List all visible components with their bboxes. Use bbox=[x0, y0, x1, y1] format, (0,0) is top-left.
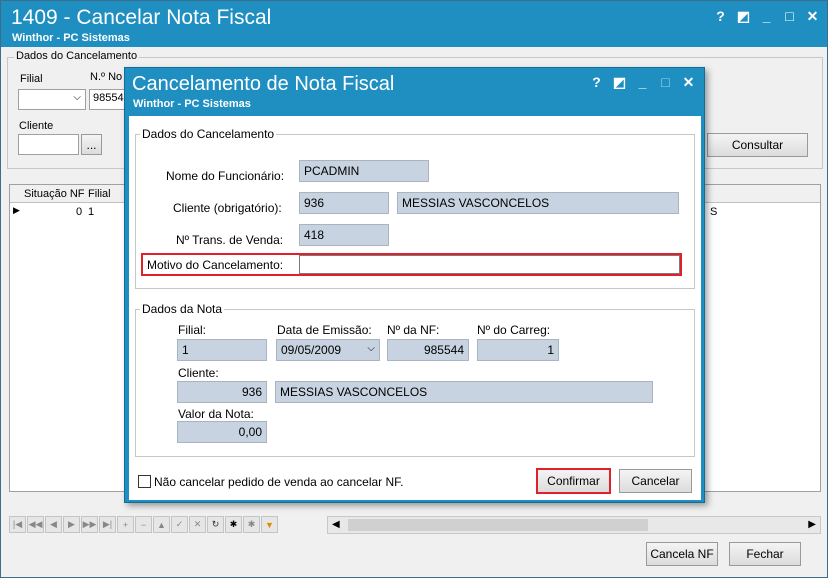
nav-last-icon[interactable]: ▶| bbox=[99, 516, 116, 533]
group1-label: Dados do Cancelamento bbox=[140, 127, 277, 141]
funcionario-label: Nome do Funcionário: bbox=[166, 169, 285, 183]
column-filial[interactable]: Filial bbox=[88, 188, 111, 200]
main-subtitle: Winthor - PC Sistemas bbox=[12, 32, 130, 44]
carreg-label: Nº do Carreg: bbox=[477, 323, 551, 337]
nav-insert-icon[interactable]: + bbox=[117, 516, 134, 533]
dialog-body: Dados do Cancelamento Nome do Funcionári… bbox=[129, 116, 701, 500]
cliente-obrigatorio-label: Cliente (obrigatório): bbox=[173, 201, 282, 215]
nav-next-page-icon[interactable]: ▶▶ bbox=[81, 516, 98, 533]
consultar-button[interactable]: Consultar bbox=[707, 133, 808, 157]
cancelar-button[interactable]: Cancelar bbox=[619, 469, 692, 493]
chevron-down-icon: ⌵ bbox=[73, 92, 81, 103]
close-icon[interactable]: ✕ bbox=[801, 5, 824, 27]
dialog-maximize-icon[interactable]: □ bbox=[654, 71, 677, 93]
nav-refresh-icon[interactable]: ↻ bbox=[207, 516, 224, 533]
emissao-value: 09/05/2009 bbox=[281, 343, 342, 357]
dialog-minimize-icon[interactable]: _ bbox=[631, 71, 654, 93]
nav-bookmark-icon[interactable]: ✱ bbox=[225, 516, 242, 533]
help-icon[interactable]: ? bbox=[709, 5, 732, 27]
horizontal-scrollbar[interactable]: ◀ ▶ bbox=[327, 516, 821, 534]
trans-venda-label: Nº Trans. de Venda: bbox=[176, 233, 284, 247]
nav-prior-page-icon[interactable]: ◀◀ bbox=[27, 516, 44, 533]
valor-field[interactable]: 0,00 bbox=[177, 421, 267, 443]
emissao-label: Data de Emissão: bbox=[277, 323, 372, 337]
motivo-input[interactable] bbox=[299, 255, 680, 274]
nav-prior-icon[interactable]: ◀ bbox=[45, 516, 62, 533]
funcionario-field[interactable]: PCADMIN bbox=[299, 160, 429, 182]
nav-delete-icon[interactable]: − bbox=[135, 516, 152, 533]
nav-next-icon[interactable]: ▶ bbox=[63, 516, 80, 533]
cliente-label: Cliente bbox=[19, 120, 54, 132]
keep-order-label[interactable]: Não cancelar pedido de venda ao cancelar… bbox=[154, 475, 404, 489]
nav-cancel-icon[interactable]: ✕ bbox=[189, 516, 206, 533]
keep-order-checkbox[interactable] bbox=[138, 475, 151, 488]
carreg-field[interactable]: 1 bbox=[477, 339, 559, 361]
nf-label: Nº da NF: bbox=[387, 323, 440, 337]
minimize-icon[interactable]: _ bbox=[755, 5, 778, 27]
confirmar-button[interactable]: Confirmar bbox=[536, 468, 611, 494]
nota-label: N.º No bbox=[90, 71, 123, 83]
cliente-name-field: MESSIAS VASCONCELOS bbox=[397, 192, 679, 214]
emissao-field[interactable]: 09/05/2009 ⌵ bbox=[276, 339, 380, 361]
cancela-nf-button[interactable]: Cancela NF bbox=[646, 542, 718, 566]
dialog-help-icon[interactable]: ? bbox=[585, 71, 608, 93]
scroll-thumb[interactable] bbox=[348, 519, 648, 531]
nota-cliente-code[interactable]: 936 bbox=[177, 381, 267, 403]
filial-label: Filial: bbox=[178, 323, 207, 337]
fechar-button[interactable]: Fechar bbox=[729, 542, 801, 566]
group2-label: Dados da Nota bbox=[140, 302, 225, 316]
filial-label: Filial bbox=[20, 73, 43, 85]
filial-select[interactable]: ⌵ bbox=[18, 89, 86, 110]
cell-situacao: 0 bbox=[76, 206, 83, 218]
chevron-down-icon[interactable]: ⌵ bbox=[367, 343, 375, 354]
dialog-close-icon[interactable]: ✕ bbox=[677, 71, 700, 93]
nav-goto-icon[interactable]: ✱ bbox=[243, 516, 260, 533]
nav-first-icon[interactable]: |◀ bbox=[9, 516, 26, 533]
maximize-icon[interactable]: □ bbox=[778, 5, 801, 27]
valor-label: Valor da Nota: bbox=[178, 407, 254, 421]
dialog-layout-icon[interactable]: ◩ bbox=[608, 71, 631, 93]
cell-filial: 1 bbox=[88, 206, 95, 218]
cliente-field[interactable] bbox=[18, 134, 79, 155]
nav-post-icon[interactable]: ✓ bbox=[171, 516, 188, 533]
main-group-label: Dados do Cancelamento bbox=[14, 50, 140, 62]
dialog-title: Cancelamento de Nota Fiscal bbox=[132, 73, 395, 95]
cancel-dialog: Cancelamento de Nota Fiscal Winthor - PC… bbox=[124, 67, 705, 503]
nav-edit-icon[interactable]: ▲ bbox=[153, 516, 170, 533]
cliente-code-field[interactable]: 936 bbox=[299, 192, 389, 214]
main-title: 1409 - Cancelar Nota Fiscal bbox=[11, 6, 272, 29]
nota-cliente-label: Cliente: bbox=[178, 366, 219, 380]
navigator-bar: |◀ ◀◀ ◀ ▶ ▶▶ ▶| + − ▲ ✓ ✕ ↻ ✱ ✱ ▼ bbox=[9, 516, 278, 534]
scroll-left-icon[interactable]: ◀ bbox=[332, 519, 340, 530]
column-situacao[interactable]: Situação NF bbox=[24, 188, 85, 200]
cliente-lookup-button[interactable]: ... bbox=[81, 134, 102, 155]
cell-right: S bbox=[710, 206, 718, 218]
trans-venda-field[interactable]: 418 bbox=[299, 224, 389, 246]
nf-field[interactable]: 985544 bbox=[387, 339, 469, 361]
main-titlebar: 1409 - Cancelar Nota Fiscal Winthor - PC… bbox=[1, 1, 827, 47]
nav-filter-icon[interactable]: ▼ bbox=[261, 516, 278, 533]
nota-cliente-name: MESSIAS VASCONCELOS bbox=[275, 381, 653, 403]
nota-field[interactable]: 98554 bbox=[89, 89, 125, 110]
motivo-label: Motivo do Cancelamento: bbox=[147, 258, 284, 272]
filial-field[interactable]: 1 bbox=[177, 339, 267, 361]
dialog-subtitle: Winthor - PC Sistemas bbox=[133, 98, 251, 110]
scroll-right-icon[interactable]: ▶ bbox=[808, 519, 816, 530]
restore-layout-icon[interactable]: ◩ bbox=[732, 5, 755, 27]
row-selector-icon: ▶ bbox=[13, 205, 20, 215]
